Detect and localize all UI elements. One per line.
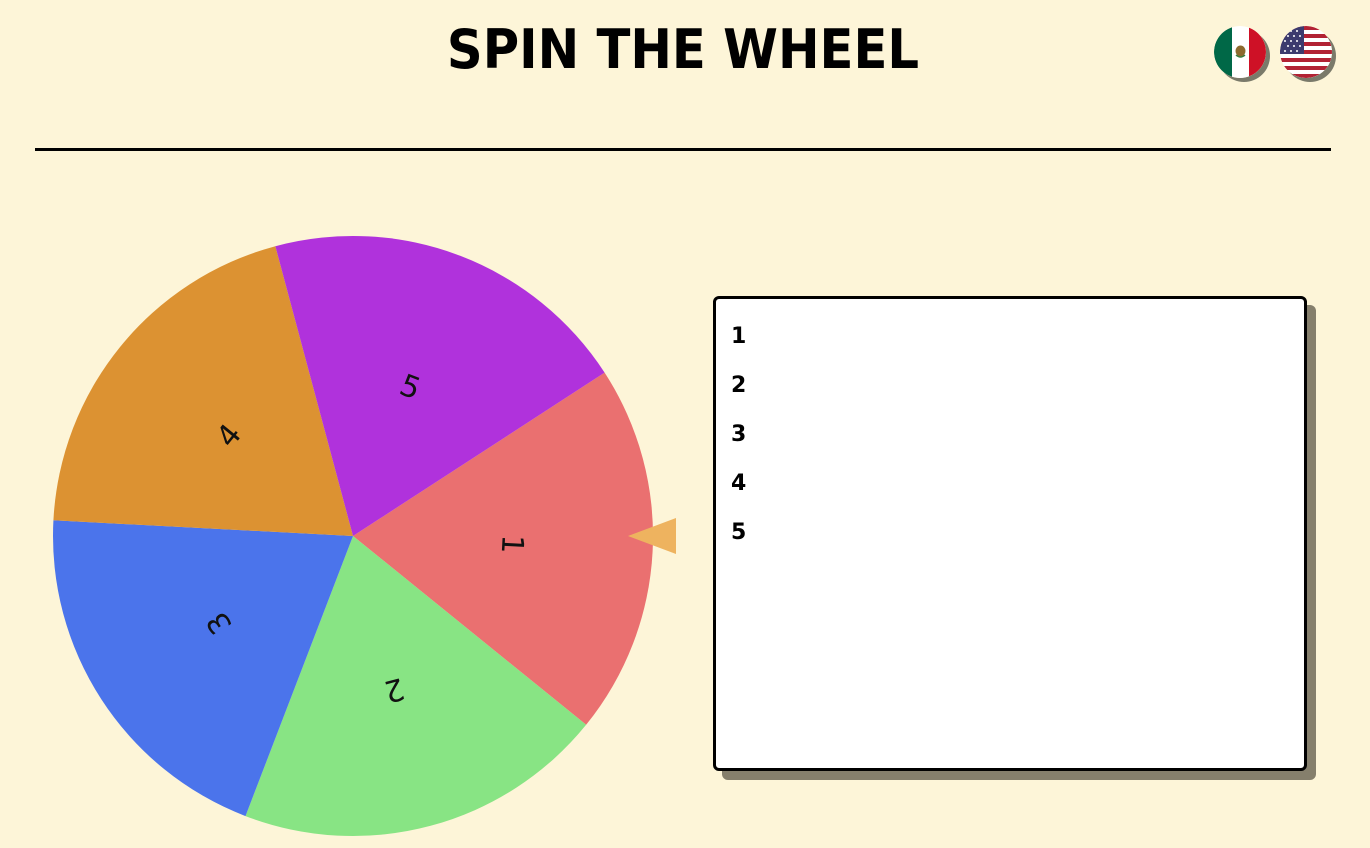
spin-wheel[interactable]: 12345 [52,235,654,837]
entry-line: 4 [731,471,747,496]
entries-textarea[interactable]: 1 2 3 4 5 [713,296,1307,771]
page-title: SPIN THE WHEEL [446,18,920,81]
entry-line: 2 [731,373,747,398]
mexico-flag-icon[interactable] [1214,26,1266,78]
wheel-pointer-icon [628,518,676,554]
language-switcher [1214,26,1332,78]
wheel-segment-label: 1 [494,534,530,555]
entry-line: 5 [731,520,747,545]
entry-line: 3 [731,422,747,447]
entry-line: 1 [731,324,747,349]
header-divider [35,148,1331,151]
usa-flag-icon[interactable] [1280,26,1332,78]
page: SPIN THE WHEEL 1 2 3 4 5 1 2 3 4 5 [0,0,1370,848]
